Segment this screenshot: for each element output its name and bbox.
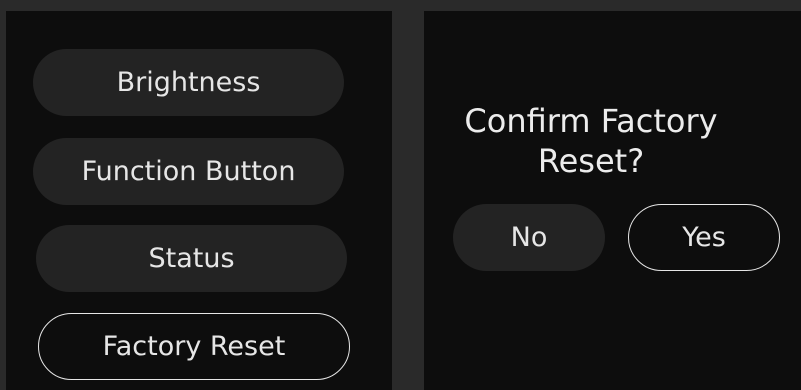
menu-item-brightness[interactable]: Brightness	[33, 49, 344, 116]
dialog-title-line-1: Confirm Factory	[464, 102, 718, 140]
confirm-dialog-screen: Confirm Factory Reset? No Yes	[424, 11, 801, 390]
dialog-title: Confirm Factory Reset?	[424, 101, 758, 181]
yes-button-label: Yes	[682, 222, 726, 253]
no-button-label: No	[510, 222, 548, 253]
menu-item-status[interactable]: Status	[36, 225, 347, 292]
yes-button[interactable]: Yes	[628, 204, 780, 271]
menu-item-function-button[interactable]: Function Button	[33, 138, 344, 205]
no-button[interactable]: No	[453, 204, 605, 271]
settings-menu-screen: Brightness Function Button Status Factor…	[6, 11, 392, 390]
menu-item-label: Function Button	[81, 156, 296, 187]
dialog-title-line-2: Reset?	[537, 142, 645, 180]
menu-item-label: Factory Reset	[102, 331, 286, 362]
menu-item-label: Status	[148, 243, 235, 274]
menu-item-label: Brightness	[116, 67, 261, 98]
menu-item-factory-reset[interactable]: Factory Reset	[38, 313, 350, 380]
